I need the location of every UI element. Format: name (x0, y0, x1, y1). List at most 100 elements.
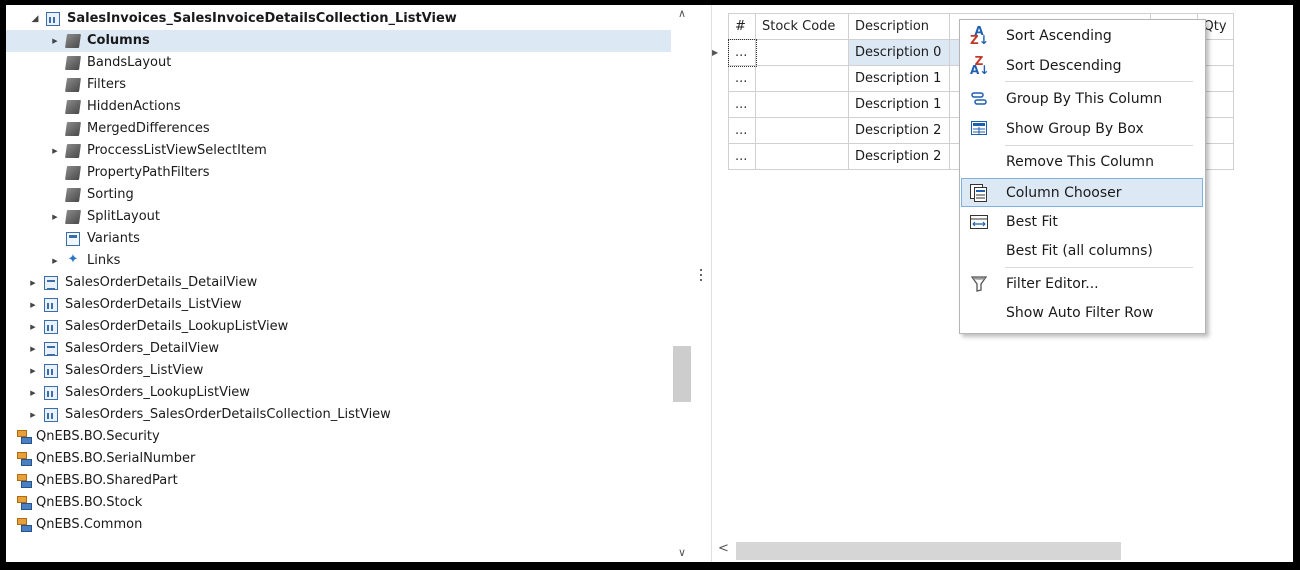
menu-item-best-fit-all[interactable]: Best Fit (all columns) (961, 237, 1204, 265)
row-indicator (712, 118, 729, 144)
scroll-up-icon[interactable]: ∧ (671, 5, 693, 23)
menu-label: Best Fit (all columns) (1006, 243, 1153, 259)
menu-item-show-auto-filter-row[interactable]: Show Auto Filter Row (961, 299, 1204, 327)
column-header-description[interactable]: Description (848, 13, 950, 40)
folder-icon (65, 56, 81, 70)
tree-node[interactable]: ▶ Columns (6, 30, 671, 52)
menu-item-filter-editor[interactable]: Filter Editor... (961, 270, 1204, 298)
tree-node[interactable]: ▶ SplitLayout (6, 206, 671, 228)
cell-description[interactable]: Description 2 (848, 117, 950, 144)
cell-num[interactable]: ... (728, 117, 756, 144)
row-indicator-header (712, 13, 729, 40)
expand-arrow-icon[interactable]: ▶ (28, 382, 38, 404)
tree-node[interactable]: ▶ SalesOrders_SalesOrderDetailsCollection… (6, 404, 671, 426)
expand-arrow-icon[interactable]: ▶ (28, 272, 38, 294)
collapse-arrow-icon[interactable]: ◢ (30, 8, 40, 30)
tree-node[interactable]: QnEBS.BO.Stock (6, 492, 671, 514)
scroll-thumb[interactable] (673, 346, 691, 402)
tree-node[interactable]: ▶ ProccessListViewSelectItem (6, 140, 671, 162)
menu-item-best-fit[interactable]: Best Fit (961, 208, 1204, 236)
menu-label: Column Chooser (1006, 185, 1122, 201)
tree-node-label: SalesOrders_LookupListView (65, 385, 250, 400)
tree-node[interactable]: QnEBS.BO.SerialNumber (6, 448, 671, 470)
expand-arrow-icon[interactable]: ▶ (28, 360, 38, 382)
grid-horizontal-scrollbar[interactable]: < (712, 538, 1293, 562)
expand-arrow-icon[interactable]: ▶ (50, 30, 60, 52)
expand-arrow-icon[interactable]: ▶ (50, 206, 60, 228)
tree-node[interactable]: QnEBS.Common (6, 514, 671, 536)
scroll-left-icon[interactable]: < (718, 541, 729, 556)
cell-stock-code[interactable] (755, 39, 849, 66)
variants-icon (66, 232, 80, 246)
cell-stock-code[interactable] (755, 91, 849, 118)
menu-item-column-chooser[interactable]: Column Chooser (961, 178, 1203, 207)
tree-node[interactable]: ▶ SalesOrders_ListView (6, 360, 671, 382)
menu-item-remove-column[interactable]: Remove This Column (961, 148, 1204, 176)
menu-separator (1005, 267, 1193, 268)
tree-node[interactable]: MergedDifferences (6, 118, 671, 140)
folder-icon (65, 210, 81, 224)
cell-num[interactable]: ... (728, 65, 756, 92)
cell-description[interactable]: Description 1 (848, 65, 950, 92)
menu-item-group-by-column[interactable]: Group By This Column (961, 85, 1204, 113)
expand-arrow-icon[interactable]: ▶ (28, 294, 38, 316)
menu-item-sort-ascending[interactable]: A Z↓ Sort Ascending (961, 22, 1204, 50)
expand-arrow-icon[interactable]: ▶ (28, 338, 38, 360)
column-header-stock-code[interactable]: Stock Code (755, 13, 849, 40)
tree-node-label: Filters (87, 77, 126, 92)
cell-num[interactable]: ... (728, 91, 756, 118)
panel-splitter[interactable] (693, 5, 711, 562)
folder-icon (65, 188, 81, 202)
tree-node[interactable]: ▶ SalesOrders_DetailView (6, 338, 671, 360)
menu-item-show-group-by-box[interactable]: Show Group By Box (961, 115, 1204, 143)
tree-vertical-scrollbar[interactable]: ∧ ∨ (671, 5, 693, 562)
expand-arrow-icon[interactable]: ▶ (28, 316, 38, 338)
tree-node[interactable]: Filters (6, 74, 671, 96)
cell-num[interactable]: ... (727, 38, 757, 67)
cell-description[interactable]: Description 2 (848, 143, 950, 170)
tree-node-label: SalesOrderDetails_LookupListView (65, 319, 289, 334)
tree-node[interactable]: PropertyPathFilters (6, 162, 671, 184)
sort-ascending-icon: A Z↓ (970, 24, 989, 47)
tree-node[interactable]: ◢ SalesInvoices_SalesInvoiceDetailsCollec… (6, 8, 671, 30)
cell-num[interactable]: ... (728, 143, 756, 170)
tree-node[interactable]: QnEBS.BO.Security (6, 426, 671, 448)
tree-node[interactable]: ▶ SalesOrders_LookupListView (6, 382, 671, 404)
tree-node[interactable]: BandsLayout (6, 52, 671, 74)
tree-node[interactable]: HiddenActions (6, 96, 671, 118)
menu-item-sort-descending[interactable]: Z A↓ Sort Descending (961, 52, 1204, 80)
column-chooser-icon (970, 184, 988, 202)
tree-node[interactable]: ▶ SalesOrderDetails_ListView (6, 294, 671, 316)
tree-node-label: BandsLayout (87, 55, 172, 70)
tree-node[interactable]: ▶ ✦ Links (6, 250, 671, 272)
detailview-icon (44, 276, 58, 290)
tree-node-label: Links (87, 253, 121, 268)
tree-node[interactable]: ▶ SalesOrderDetails_DetailView (6, 272, 671, 294)
tree-node[interactable]: Sorting (6, 184, 671, 206)
tree-node-label: Variants (87, 231, 140, 246)
tree-node[interactable]: ▶ SalesOrderDetails_LookupListView (6, 316, 671, 338)
tree-node[interactable]: QnEBS.BO.SharedPart (6, 470, 671, 492)
namespace-icon (16, 451, 32, 467)
expand-arrow-icon[interactable]: ▶ (28, 404, 38, 426)
expand-arrow-icon[interactable]: ▶ (50, 250, 60, 272)
namespace-icon (16, 429, 32, 445)
column-header-num[interactable]: # (728, 13, 756, 40)
folder-icon (65, 166, 81, 180)
menu-label: Filter Editor... (1006, 276, 1099, 292)
menu-label: Sort Ascending (1006, 28, 1112, 44)
cell-stock-code[interactable] (755, 117, 849, 144)
splitter-grip-icon[interactable] (700, 269, 703, 284)
cell-description[interactable]: Description 0 (848, 39, 950, 66)
menu-label: Show Group By Box (1006, 121, 1144, 137)
scroll-thumb[interactable] (736, 542, 1121, 560)
menu-label: Best Fit (1006, 214, 1058, 230)
scroll-down-icon[interactable]: ∨ (671, 544, 693, 562)
tree-node[interactable]: Variants (6, 228, 671, 250)
tree-node-label: SalesOrderDetails_DetailView (65, 275, 258, 290)
namespace-icon (16, 473, 32, 489)
cell-stock-code[interactable] (755, 143, 849, 170)
expand-arrow-icon[interactable]: ▶ (50, 140, 60, 162)
cell-stock-code[interactable] (755, 65, 849, 92)
cell-description[interactable]: Description 1 (848, 91, 950, 118)
